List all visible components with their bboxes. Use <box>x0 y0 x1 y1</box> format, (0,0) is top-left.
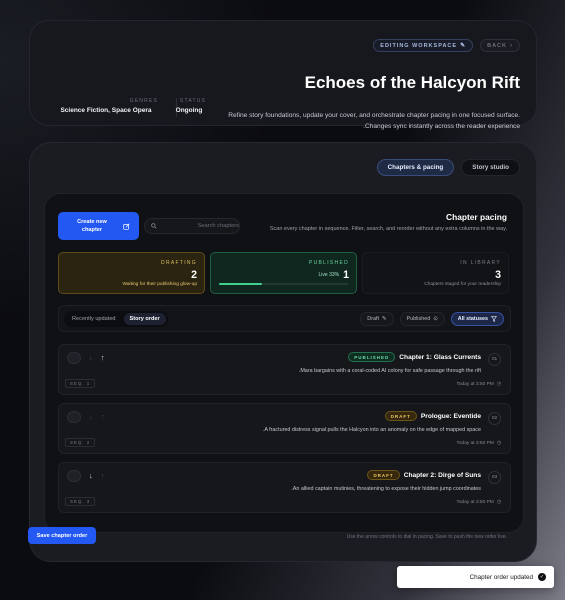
funnel-icon <box>491 316 497 322</box>
library-label: IN LIBRARY <box>460 260 501 266</box>
published-label: PUBLISHED <box>308 260 349 266</box>
published-percent: Live 33% <box>318 272 340 278</box>
status-badge: DRAFT <box>384 411 417 421</box>
chapter-row[interactable]: ↓ ↑ SEQ. 1 PUBLISHED Chapter 1: Glass Cu… <box>58 344 511 395</box>
save-hint: Use the arrow controls to dial in pacing… <box>346 534 507 540</box>
genres-value: Science Fiction, Space Opera <box>60 107 152 114</box>
story-description: Refine story foundations, update your co… <box>228 112 520 130</box>
filter-all-statuses-button[interactable]: All statuses <box>450 312 504 326</box>
edit-icon: ✎ <box>381 316 387 322</box>
status-meta: STATUS Ongoing <box>158 98 218 114</box>
drafting-stat: DRAFTING 2 Waiting for their publishing … <box>58 252 205 294</box>
chapter-number: 03 <box>488 471 501 484</box>
library-count: 3 <box>495 269 501 281</box>
tab-story-studio[interactable]: Story studio <box>461 159 520 176</box>
story-title: Echoes of the Halcyon Rift <box>304 73 520 92</box>
genres-label: GENRES <box>129 98 158 104</box>
filter-all-label: All statuses <box>457 316 488 322</box>
chapter-timestamp: Today at 3:50 PM ◷ <box>456 500 501 505</box>
chapter-title: Chapter 2: Dirge of Suns <box>403 471 481 479</box>
published-count: 1 <box>343 269 349 281</box>
clock-icon: ◷ <box>496 382 501 387</box>
status-badge: PUBLISHED <box>348 352 396 362</box>
timestamp-label: Today at 3:50 PM <box>456 441 494 446</box>
genres-meta: GENRES Science Fiction, Space Opera <box>52 98 160 114</box>
workspace-pill-label: EDITING WORKSPACE <box>380 42 458 49</box>
move-down-icon[interactable]: ↓ <box>89 354 93 362</box>
sequence-tag: SEQ. 3 <box>65 497 96 506</box>
tab-chapters-pacing[interactable]: Chapters & pacing <box>376 159 455 176</box>
chapter-number: 01 <box>488 353 501 366</box>
status-label: STATUS <box>179 98 207 104</box>
editor-main-card: Chapters & pacing Story studio Create ne… <box>29 142 537 562</box>
chapter-title: Prologue: Eventide <box>420 412 481 420</box>
sort-story-order-button[interactable]: Story order <box>123 313 166 325</box>
published-progress-fill <box>219 283 262 285</box>
chapter-timestamp: Today at 3:50 PM ◷ <box>456 441 501 446</box>
pacing-description: Scan every chapter in sequence. Filter, … <box>269 226 507 232</box>
drafting-note: Waiting for their publishing glow-up <box>122 282 197 287</box>
sequence-tag: SEQ. 2 <box>65 438 96 447</box>
pacing-title: Chapter pacing <box>446 212 507 222</box>
filter-published-label: Published <box>406 316 431 322</box>
check-circle-icon: ⊙ <box>433 316 438 322</box>
edit-square-icon <box>123 222 130 230</box>
chapter-search[interactable] <box>144 218 240 234</box>
library-stat: IN LIBRARY 3 Chapters staged for your re… <box>362 252 509 294</box>
save-chapter-order-button[interactable]: Save chapter order <box>28 527 96 544</box>
story-header-card: EDITING WORKSPACE ✎ BACK › GENRES Scienc… <box>29 20 537 130</box>
sort-toggle: Recently updated Story order <box>64 311 168 327</box>
clock-icon: ◷ <box>496 500 501 505</box>
search-input[interactable] <box>160 223 239 229</box>
status-value: Ongoing <box>175 107 203 114</box>
move-up-icon[interactable]: ↑ <box>101 413 105 421</box>
filter-draft-label: Draft <box>367 316 379 322</box>
timestamp-label: Today at 3:50 PM <box>456 382 494 387</box>
create-chapter-label: Create new chapter <box>77 219 107 233</box>
clock-icon: ◷ <box>496 441 501 446</box>
check-circle-icon: ✓ <box>538 573 546 581</box>
editing-workspace-pill: EDITING WORKSPACE ✎ <box>373 39 474 52</box>
drag-handle[interactable] <box>67 411 81 423</box>
drafting-label: DRAFTING <box>161 260 197 266</box>
move-down-icon[interactable]: ↓ <box>89 472 93 480</box>
drafting-count: 2 <box>191 269 197 281</box>
chapter-description: A fractured distress signal pulls the Ha… <box>262 427 481 433</box>
filter-published-button[interactable]: Published ⊙ <box>399 312 445 326</box>
move-down-icon[interactable]: ↓ <box>89 413 93 421</box>
filter-draft-button[interactable]: Draft ✎ <box>360 312 394 326</box>
toast-message: Chapter order updated <box>469 573 533 581</box>
sequence-tag: SEQ. 1 <box>65 379 96 388</box>
chapter-title: Chapter 1: Glass Currents <box>399 353 481 361</box>
arrow-right-icon: › <box>510 42 513 49</box>
sort-recent-button[interactable]: Recently updated <box>66 313 122 325</box>
chapter-row[interactable]: ↓ ↑ SEQ. 3 DRAFT Chapter 2: Dirge of Sun… <box>58 462 511 513</box>
drag-handle[interactable] <box>67 352 81 364</box>
back-button[interactable]: BACK › <box>480 39 520 52</box>
timestamp-label: Today at 3:50 PM <box>456 500 494 505</box>
chapter-row[interactable]: ↓ ↑ SEQ. 2 DRAFT Prologue: Eventide 02 A… <box>58 403 511 454</box>
chapter-timestamp: Today at 3:50 PM ◷ <box>456 382 501 387</box>
move-up-icon[interactable]: ↑ <box>101 354 105 362</box>
chapter-number: 02 <box>488 412 501 425</box>
published-stat: PUBLISHED Live 33% 1 <box>210 252 357 294</box>
library-note: Chapters staged for your readership <box>424 282 501 287</box>
pencil-icon: ✎ <box>460 43 467 49</box>
create-chapter-button[interactable]: Create new chapter <box>58 212 139 240</box>
chapter-description: An allied captain mutinies, threatening … <box>291 486 481 492</box>
toast-notification: Chapter order updated ✓ <box>397 566 554 588</box>
move-up-icon[interactable]: ↑ <box>101 472 105 480</box>
published-progress-bar <box>219 283 348 285</box>
chapter-pacing-panel: Create new chapter Chapter pacing Scan e… <box>44 193 524 533</box>
status-badge: DRAFT <box>367 470 400 480</box>
drag-handle[interactable] <box>67 470 81 482</box>
chapter-description: Mara bargains with a coral-coded AI colo… <box>298 368 481 374</box>
search-icon <box>151 223 157 229</box>
back-label: BACK <box>487 42 507 49</box>
filter-bar: Recently updated Story order Draft ✎ Pub… <box>58 305 511 332</box>
